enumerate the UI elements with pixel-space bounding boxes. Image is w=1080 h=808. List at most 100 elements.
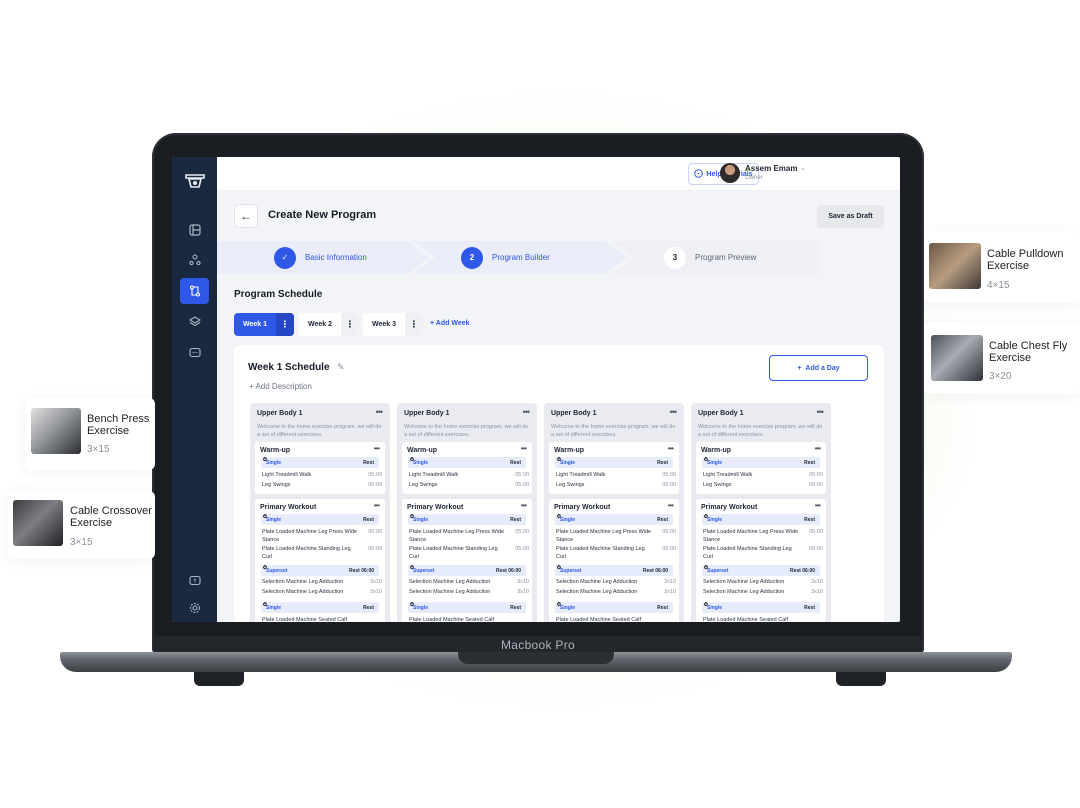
exercise-value: 05:00: [662, 529, 676, 535]
primary-workout-block: Primary Workout ••• Single Rest ⏱ Plate Loade…: [255, 499, 385, 622]
tag-rest-label: Rest 06:00: [495, 568, 521, 574]
tag-rest-label: Rest: [804, 460, 815, 466]
exercise-card[interactable]: Cable Crossover Exercise 3×15: [8, 491, 155, 559]
more-vertical-icon[interactable]: ⋮: [276, 313, 294, 336]
exercise-type-tag: Superset Rest 06:00 ⏱: [702, 565, 820, 576]
exercise-value: 05:00: [809, 472, 823, 478]
exercise-card[interactable]: Cable Chest Fly Exercise 3×20: [924, 322, 1080, 394]
exercise-row[interactable]: Plate Loaded Machine Leg Press Wide Stan…: [409, 529, 529, 544]
exercise-row[interactable]: Light Treadmill Walk 05:00: [703, 472, 823, 480]
exercise-row[interactable]: Plate Loaded Machine Standing Leg Curl 05…: [556, 546, 676, 561]
tab-week-2[interactable]: Week 2 ⋮: [299, 313, 359, 336]
exercise-row[interactable]: Selection Machine Leg Adduction 3x10: [409, 579, 529, 587]
more-horizontal-icon[interactable]: •••: [523, 407, 531, 417]
exercise-row[interactable]: Selection Machine Leg Adduction 3x10: [409, 589, 529, 597]
more-horizontal-icon[interactable]: •••: [374, 444, 380, 453]
exercise-card[interactable]: Bench Press Exercise 3×15: [25, 398, 155, 470]
exercise-value: 3x10: [517, 579, 529, 585]
add-week-button[interactable]: + Add Week: [430, 320, 470, 327]
tab-week-3[interactable]: Week 3 ⋮: [363, 313, 423, 336]
app-screen: Help Tutorials Assem Emam Owner ⌄ ← Crea…: [172, 157, 900, 622]
exercise-row[interactable]: Selection Machine Leg Adduction 3x10: [556, 579, 676, 587]
exercise-row[interactable]: Plate Loaded Machine Seated Calf: [703, 617, 823, 622]
more-horizontal-icon[interactable]: •••: [817, 407, 825, 417]
step-basic-information[interactable]: ✓ Basic Information: [274, 241, 367, 274]
more-horizontal-icon[interactable]: •••: [668, 501, 674, 510]
step-program-preview[interactable]: 3 Program Preview: [664, 241, 756, 274]
exercise-row[interactable]: Plate Loaded Machine Seated Calf: [556, 617, 676, 622]
exercise-row[interactable]: Selection Machine Leg Adduction 3x10: [556, 589, 676, 597]
exercise-type-tag: Single Rest ⏱: [408, 514, 526, 525]
step-program-builder[interactable]: 2 Program Builder: [461, 241, 550, 274]
more-vertical-icon[interactable]: ⋮: [341, 313, 359, 336]
exercise-name: Plate Loaded Machine Leg Press Wide Stan…: [556, 529, 652, 543]
exercise-row[interactable]: Plate Loaded Machine Standing Leg Curl 05…: [409, 546, 529, 561]
tab-week-1[interactable]: Week 1 ⋮: [234, 313, 294, 336]
exercise-value: 05:00: [515, 546, 529, 552]
exercise-row[interactable]: Plate Loaded Machine Leg Press Wide Stan…: [703, 529, 823, 544]
step-label: Program Builder: [492, 253, 550, 262]
dashboard-icon[interactable]: [180, 217, 209, 243]
more-horizontal-icon[interactable]: •••: [374, 501, 380, 510]
exercise-card[interactable]: Cable Pulldown Exercise 4×15: [924, 231, 1080, 303]
more-horizontal-icon[interactable]: •••: [376, 407, 384, 417]
save-draft-button[interactable]: Save as Draft: [817, 205, 884, 228]
more-horizontal-icon[interactable]: •••: [815, 444, 821, 453]
tag-type-label: Superset: [707, 568, 729, 574]
more-horizontal-icon[interactable]: •••: [521, 444, 527, 453]
exercise-name: Selection Machine Leg Adduction: [262, 579, 344, 585]
edit-pencil-icon[interactable]: ✎: [337, 362, 345, 373]
exercise-row[interactable]: Leg Swings 05:00: [409, 482, 529, 490]
laptop-foot: [836, 672, 886, 686]
exercise-row[interactable]: Selection Machine Leg Adduction 3x10: [262, 589, 382, 597]
more-horizontal-icon[interactable]: •••: [670, 407, 678, 417]
exercise-row[interactable]: Plate Loaded Machine Seated Calf: [409, 617, 529, 622]
exercise-type-tag: Single Rest ⏱: [555, 602, 673, 613]
exercise-name: Selection Machine Leg Adduction: [703, 579, 785, 585]
exercise-row[interactable]: Leg Swings 05:00: [262, 482, 382, 490]
add-description-button[interactable]: + Add Description: [249, 382, 312, 391]
exercise-row[interactable]: Selection Machine Leg Adduction 3x10: [703, 579, 823, 587]
back-button[interactable]: ←: [234, 204, 258, 228]
more-horizontal-icon[interactable]: •••: [521, 501, 527, 510]
chevron-down-icon[interactable]: ⌄: [800, 164, 806, 172]
exercise-row[interactable]: Selection Machine Leg Adduction 3x10: [703, 589, 823, 597]
block-title: Warm-up: [260, 447, 291, 454]
exercise-row[interactable]: Leg Swings 05:00: [556, 482, 676, 490]
exercise-row[interactable]: Light Treadmill Walk 05:00: [409, 472, 529, 480]
library-layers-icon[interactable]: [180, 309, 209, 335]
exercise-row[interactable]: Light Treadmill Walk 05:00: [262, 472, 382, 480]
more-horizontal-icon[interactable]: •••: [815, 501, 821, 510]
exercise-value: 3x10: [811, 589, 823, 595]
exercise-row[interactable]: Plate Loaded Machine Standing Leg Curl 05…: [703, 546, 823, 561]
avatar[interactable]: [720, 163, 740, 183]
tag-type-label: Single: [266, 517, 282, 523]
day-title: Upper Body 1: [698, 410, 744, 417]
settings-gear-icon[interactable]: [180, 595, 209, 621]
tag-rest-label: Rest 06:00: [348, 568, 374, 574]
more-vertical-icon[interactable]: ⋮: [405, 313, 423, 336]
exercise-name: Selection Machine Leg Adduction: [409, 589, 491, 595]
programs-icon[interactable]: [180, 278, 209, 304]
tag-type-label: Single: [266, 460, 282, 466]
clients-icon[interactable]: [180, 247, 209, 273]
tag-rest-label: Rest: [363, 517, 374, 523]
messages-icon[interactable]: [180, 340, 209, 366]
tag-type-label: Single: [413, 460, 429, 466]
week-tab-label: Week 1: [243, 321, 267, 328]
exercise-row[interactable]: Plate Loaded Machine Leg Press Wide Stan…: [262, 529, 382, 544]
feedback-icon[interactable]: [180, 568, 209, 594]
exercise-row[interactable]: Light Treadmill Walk 05:00: [556, 472, 676, 480]
exercise-row[interactable]: Plate Loaded Machine Seated Calf: [262, 617, 382, 622]
exercise-row[interactable]: Plate Loaded Machine Standing Leg Curl 05…: [262, 546, 382, 561]
exercise-row[interactable]: Selection Machine Leg Adduction 3x10: [262, 579, 382, 587]
more-horizontal-icon[interactable]: •••: [668, 444, 674, 453]
card-title: Cable Chest Fly Exercise: [989, 340, 1068, 364]
exercise-row[interactable]: Leg Swings 05:00: [703, 482, 823, 490]
exercise-name: Plate Loaded Machine Leg Press Wide Stan…: [409, 529, 505, 543]
tag-type-label: Single: [560, 517, 576, 523]
add-day-button[interactable]: + Add a Day: [769, 355, 868, 381]
exercise-photo: [929, 243, 981, 289]
exercise-name: Leg Swings: [556, 482, 585, 488]
exercise-row[interactable]: Plate Loaded Machine Leg Press Wide Stan…: [556, 529, 676, 544]
